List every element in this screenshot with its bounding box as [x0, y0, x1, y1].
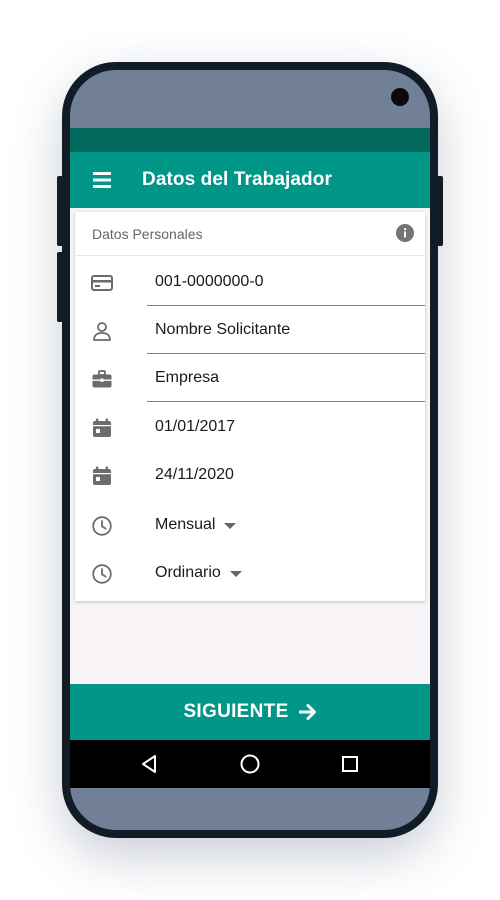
- card-title: Datos Personales: [92, 225, 203, 242]
- front-camera: [391, 88, 409, 106]
- clock-icon: [92, 516, 112, 536]
- calendar-icon: [93, 418, 111, 437]
- recents-square-icon[interactable]: [338, 752, 362, 776]
- info-icon[interactable]: [395, 223, 415, 243]
- calendar-icon: [93, 466, 111, 485]
- applicant-name-field[interactable]: Nombre Solicitante: [147, 306, 425, 354]
- card-header: Datos Personales: [75, 212, 425, 256]
- system-nav-bar: [70, 740, 430, 788]
- clock-icon: [92, 564, 112, 584]
- device-side-button-right: [437, 176, 443, 246]
- person-icon: [93, 322, 111, 341]
- credit-card-icon: [91, 275, 113, 291]
- back-triangle-icon[interactable]: [138, 752, 162, 776]
- arrow-right-icon: [298, 704, 316, 720]
- menu-button[interactable]: [70, 152, 134, 208]
- frequency-row: Mensual: [75, 501, 425, 549]
- next-button[interactable]: SIGUIENTE: [70, 684, 430, 740]
- briefcase-icon: [92, 370, 112, 388]
- status-bar: [70, 128, 430, 152]
- type-dropdown[interactable]: Ordinario: [147, 549, 425, 597]
- device-side-button-left: [57, 252, 63, 322]
- personal-data-card: Datos Personales 001-0000000-0 Nombre So…: [75, 212, 425, 601]
- dropdown-arrow-icon: [229, 571, 242, 577]
- type-row: Ordinario: [75, 549, 425, 597]
- menu-icon: [93, 172, 111, 188]
- applicant-name-row: Nombre Solicitante: [75, 306, 425, 354]
- company-row: Empresa: [75, 354, 425, 402]
- frequency-value: Mensual: [155, 516, 216, 533]
- app-bar: Datos del Trabajador: [70, 152, 430, 208]
- frequency-dropdown[interactable]: Mensual: [147, 501, 425, 549]
- page-title: Datos del Trabajador: [142, 169, 332, 190]
- id-number-field[interactable]: 001-0000000-0: [147, 258, 425, 306]
- next-button-label: SIGUIENTE: [183, 701, 289, 722]
- end-date-field[interactable]: 24/11/2020: [147, 451, 425, 499]
- type-value: Ordinario: [155, 564, 221, 581]
- id-number-row: 001-0000000-0: [75, 258, 425, 306]
- company-field[interactable]: Empresa: [147, 354, 425, 402]
- device-side-button-left: [57, 176, 63, 246]
- home-circle-icon[interactable]: [238, 752, 262, 776]
- start-date-row: 01/01/2017: [75, 403, 425, 451]
- end-date-row: 24/11/2020: [75, 451, 425, 499]
- dropdown-arrow-icon: [224, 523, 237, 529]
- start-date-field[interactable]: 01/01/2017: [147, 403, 425, 451]
